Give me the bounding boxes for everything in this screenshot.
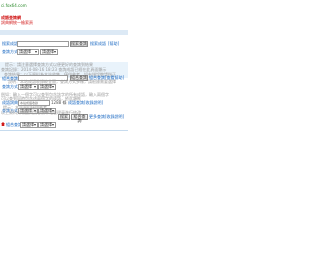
- site-tagline-2: 詞典網統一檢索頁: [1, 20, 33, 25]
- combo-type-select-1[interactable]: 請選擇: [18, 84, 38, 90]
- header-divider: [0, 30, 128, 35]
- dict-count: 1288 條: [51, 100, 67, 105]
- search-type-select-1[interactable]: 請選擇: [17, 49, 39, 55]
- search-button[interactable]: 搜索查詢: [70, 41, 88, 47]
- footer-select-1[interactable]: 請選擇: [20, 122, 38, 128]
- site-domain[interactable]: ci.fox64.com: [1, 4, 27, 8]
- search-link[interactable]: 搜索成語: [90, 42, 106, 46]
- footer-select-2[interactable]: 請選擇: [38, 122, 56, 128]
- info-line-1: 說明：本站成語收錄較全面，查詢方式多樣，請根據需要選擇: [8, 79, 116, 84]
- more-help-link[interactable]: 更多查詢[收錄說明]: [89, 115, 124, 119]
- footer-divider: [0, 130, 128, 131]
- search-submit-button[interactable]: 搜索: [58, 114, 70, 120]
- help-link[interactable]: [幫助]: [108, 42, 119, 46]
- search-input[interactable]: [17, 41, 69, 47]
- search-type-select-2[interactable]: 請選擇: [40, 49, 58, 55]
- combo-type-select-2[interactable]: 請選擇: [38, 84, 56, 90]
- home-icon: [1, 122, 5, 126]
- combo-submit-button[interactable]: 組合查詢: [71, 114, 88, 123]
- dict-help-link[interactable]: 成語查詢[收錄說明]: [68, 101, 103, 105]
